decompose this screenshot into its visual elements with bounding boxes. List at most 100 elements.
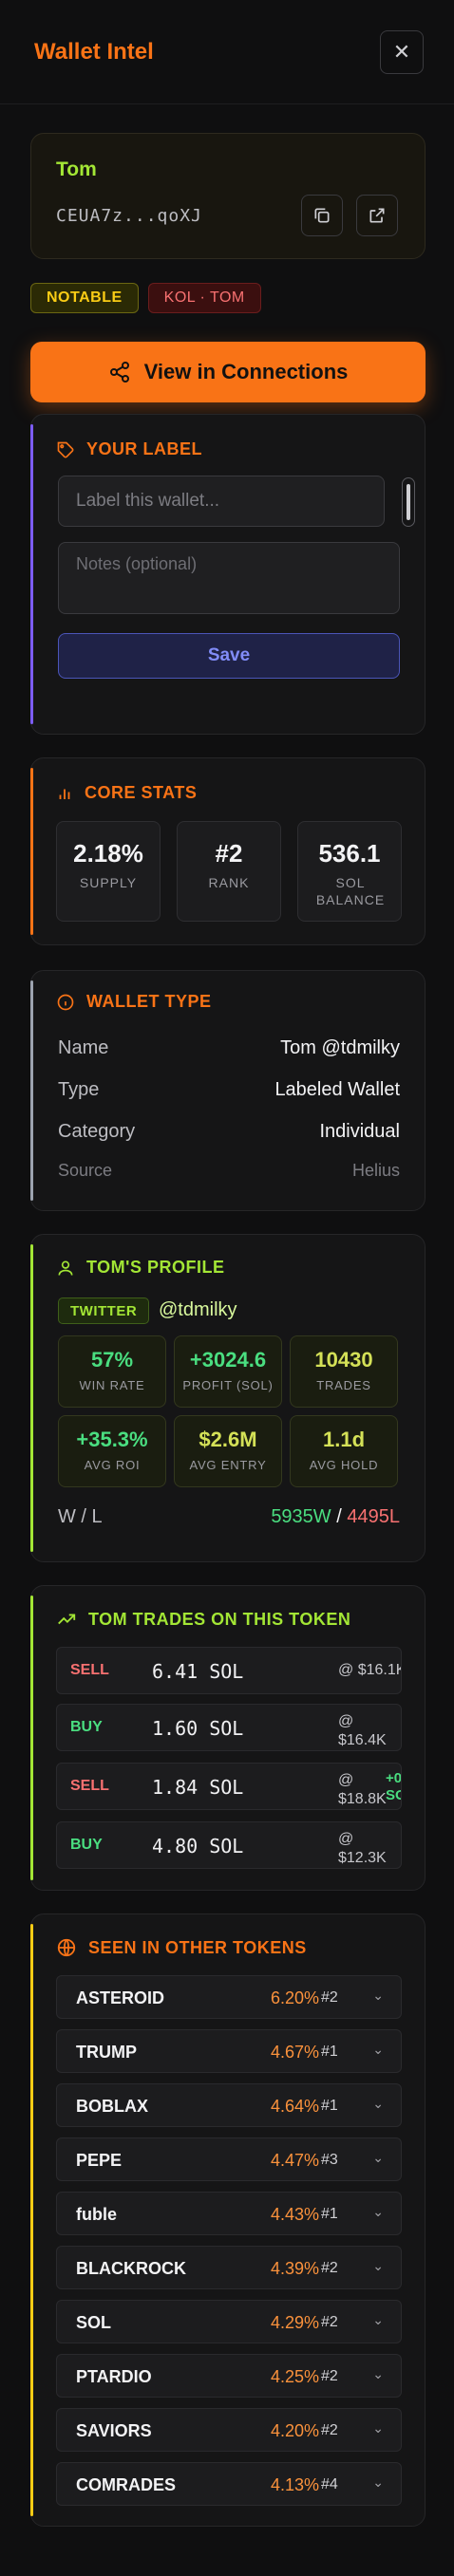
token-rank: #1 <box>321 2098 338 2114</box>
seen-tokens-title: SEEN IN OTHER TOKENS <box>88 1937 307 1957</box>
chevron-down-icon: ⌄ <box>372 2420 384 2436</box>
wallet-type-row: Type Labeled Wallet <box>58 1079 400 1101</box>
stat-trades: 10430 TRADES <box>290 1335 398 1408</box>
label-scroll-handle[interactable] <box>402 477 415 527</box>
core-stats-header: CORE STATS <box>56 783 197 803</box>
wins-count: 5935W <box>271 1506 331 1527</box>
token-name: fuble <box>76 2205 117 2224</box>
core-stats-section: CORE STATS 2.18% SUPPLY #2 RANK 536.1 SO… <box>30 757 426 945</box>
stat-value: 2.18% <box>73 839 143 868</box>
token-name: PTARDIO <box>76 2367 152 2386</box>
stat-label: SUPPLY <box>79 875 138 890</box>
wallet-type-section: WALLET TYPE Name Tom @tdmilky Type Label… <box>30 970 426 1211</box>
chevron-down-icon: ⌄ <box>372 2366 384 2381</box>
view-connections-label: View in Connections <box>143 360 349 383</box>
kol-badge: KOL · TOM <box>147 283 261 313</box>
trade-price: @ $12.3K <box>338 1831 387 1866</box>
wallet-type-header: WALLET TYPE <box>56 992 212 1012</box>
token-name: SOL <box>76 2313 112 2332</box>
token-rank: #2 <box>321 2314 338 2330</box>
info-icon <box>57 994 74 1010</box>
stat-sol-balance: 536.1 SOL BALANCE <box>297 821 402 922</box>
trade-side: SELL <box>70 1778 109 1794</box>
stat-rank: #2 RANK <box>177 821 281 922</box>
your-label-header: YOUR LABEL <box>56 439 202 459</box>
token-row-fuble[interactable]: fuble 4.43% #1 ⌄ <box>56 2192 402 2235</box>
wallet-address: CEUA7z...qoXJ <box>56 206 202 226</box>
token-row-boblax[interactable]: BOBLAX 4.64% #1 ⌄ <box>56 2083 402 2127</box>
token-row-comrades[interactable]: COMRADES 4.13% #4 ⌄ <box>56 2462 402 2506</box>
token-row-trump[interactable]: TRUMP 4.67% #1 ⌄ <box>56 2029 402 2073</box>
save-button[interactable]: Save <box>58 633 400 679</box>
twitter-handle-link[interactable]: @tdmilky <box>159 1299 237 1321</box>
stat-value: +3024.6 <box>189 1348 267 1372</box>
row-value: Labeled Wallet <box>274 1079 400 1100</box>
header: Wallet Intel ✕ <box>0 0 454 104</box>
token-name: PEPE <box>76 2151 123 2170</box>
row-value: Tom @tdmilky <box>280 1037 400 1058</box>
stat-avg-roi: +35.3% AVG ROI <box>58 1415 166 1487</box>
token-row-asteroid[interactable]: ASTEROID 6.20% #2 ⌄ <box>56 1975 402 2019</box>
losses-count: 4495L <box>347 1506 400 1527</box>
close-button[interactable]: ✕ <box>380 29 424 74</box>
token-name: ASTEROID <box>76 1988 165 2007</box>
token-percent: 4.47% <box>270 2151 319 2170</box>
chevron-down-icon: ⌄ <box>372 2150 384 2165</box>
token-percent: 4.13% <box>270 2475 319 2494</box>
token-name: BOBLAX <box>76 2097 148 2116</box>
token-percent: 4.64% <box>270 2097 319 2116</box>
token-trades-title: TOM TRADES ON THIS TOKEN <box>88 1609 351 1629</box>
view-connections-button[interactable]: View in Connections <box>30 342 426 402</box>
stat-label: AVG ENTRY <box>189 1458 267 1472</box>
row-key: Source <box>58 1161 113 1180</box>
token-name: BLACKROCK <box>76 2259 186 2278</box>
chevron-down-icon: ⌄ <box>372 2204 384 2219</box>
bar-chart-icon <box>59 789 70 799</box>
chevron-down-icon: ⌄ <box>372 2042 384 2057</box>
wallet-name-row: Name Tom @tdmilky <box>58 1037 400 1059</box>
toms-profile-title: TOM'S PROFILE <box>86 1258 225 1277</box>
wallet-type-title: WALLET TYPE <box>86 992 212 1011</box>
token-percent: 4.29% <box>270 2313 319 2332</box>
token-row-saviors[interactable]: SAVIORS 4.20% #2 ⌄ <box>56 2408 402 2452</box>
stat-label: PROFIT (SOL) <box>182 1378 274 1392</box>
toms-profile-header: TOM'S PROFILE <box>56 1258 224 1278</box>
chevron-down-icon: ⌄ <box>372 2312 384 2327</box>
token-trades-section: TOM TRADES ON THIS TOKEN SELL 6.41 SOL @… <box>30 1585 426 1891</box>
stat-label: AVG ROI <box>84 1458 141 1472</box>
wallet-category-row: Category Individual <box>58 1121 400 1143</box>
notes-input[interactable] <box>58 542 400 614</box>
trade-pnl-value: +0.6 SO <box>386 1770 402 1803</box>
token-row-blackrock[interactable]: BLACKROCK 4.39% #2 ⌄ <box>56 2246 402 2289</box>
wallet-name: Tom <box>56 159 97 180</box>
chevron-down-icon: ⌄ <box>372 1988 384 2003</box>
token-percent: 4.20% <box>270 2421 319 2440</box>
copy-address-button[interactable] <box>301 195 343 236</box>
trade-pnl: +0.6 SO <box>386 1770 402 1804</box>
trade-price: @ $16.4K <box>338 1713 387 1748</box>
token-rank: #2 <box>321 2368 338 2384</box>
token-percent: 4.25% <box>270 2367 319 2386</box>
trade-amount: 4.80 SOL <box>152 1835 244 1857</box>
row-key: Category <box>58 1121 136 1142</box>
wallet-label-input[interactable] <box>58 476 385 527</box>
token-percent: 4.43% <box>270 2205 319 2224</box>
row-key: Name <box>58 1037 109 1058</box>
row-key: Type <box>58 1079 100 1100</box>
trade-side: BUY <box>70 1719 103 1735</box>
close-icon: ✕ <box>392 39 411 64</box>
token-row-ptardio[interactable]: PTARDIO 4.25% #2 ⌄ <box>56 2354 402 2398</box>
trade-row: SELL 6.41 SOL @ $16.1K <box>56 1647 402 1694</box>
token-name: SAVIORS <box>76 2421 152 2440</box>
token-rank: #4 <box>321 2476 338 2492</box>
stat-value: 536.1 <box>318 839 381 868</box>
wallet-source-row: Source Helius <box>58 1161 400 1181</box>
notable-badge: NOTABLE <box>30 283 139 313</box>
win-loss-values: 5935W / 4495L <box>271 1506 400 1528</box>
share-icon <box>109 362 129 383</box>
trade-side: BUY <box>70 1837 103 1853</box>
token-percent: 6.20% <box>270 1988 319 2007</box>
open-external-button[interactable] <box>356 195 398 236</box>
token-row-pepe[interactable]: PEPE 4.47% #3 ⌄ <box>56 2137 402 2181</box>
token-row-sol[interactable]: SOL 4.29% #2 ⌄ <box>56 2300 402 2343</box>
